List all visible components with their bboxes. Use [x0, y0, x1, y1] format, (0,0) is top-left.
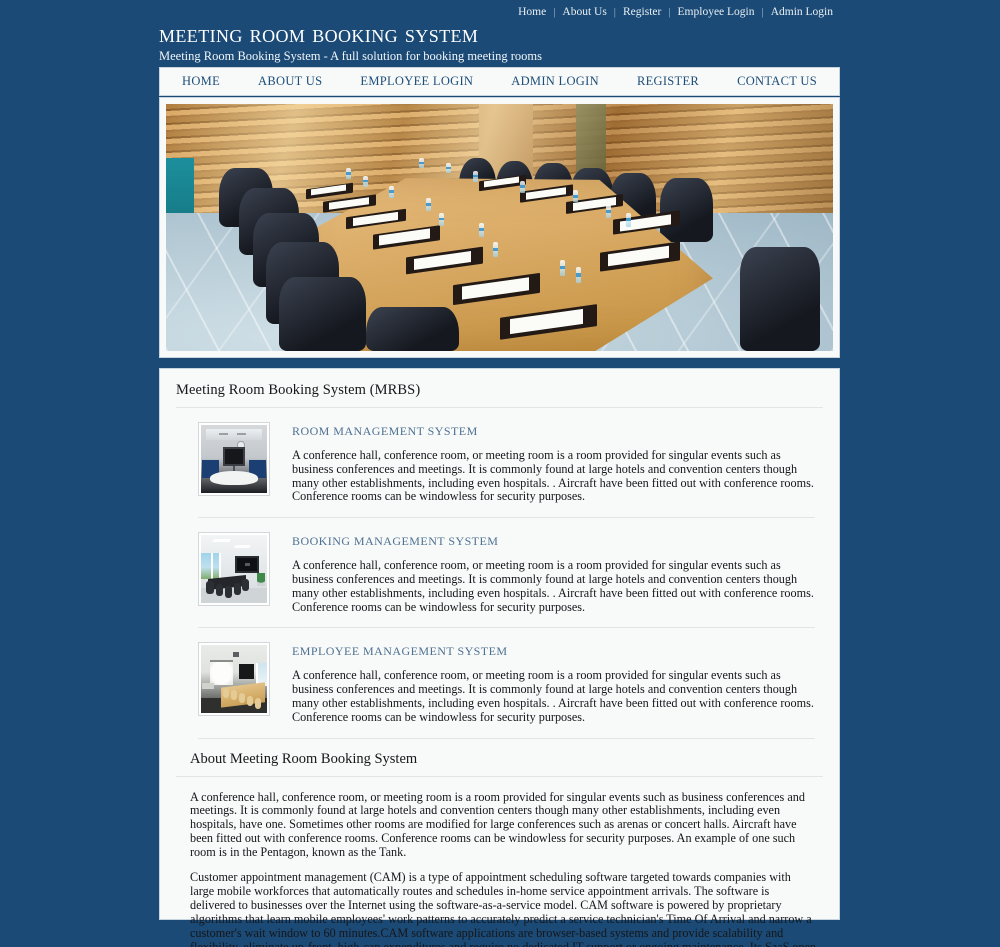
thumb-plant [257, 573, 266, 586]
thumb-chair [255, 698, 262, 709]
hero-water-bottle [519, 180, 525, 193]
thumb-table [210, 471, 258, 485]
hero-water-bottle [419, 158, 425, 169]
thumb-chair [215, 584, 223, 597]
about-paragraph: Customer appointment management (CAM) is… [190, 870, 817, 947]
hero-water-bottle [606, 205, 612, 219]
top-utility-links: Home | About Us | Register | Employee Lo… [511, 6, 840, 18]
thumb-monitor [239, 664, 254, 680]
hero-chair [366, 306, 460, 351]
hero-chair [659, 178, 713, 243]
card-body: EMPLOYEE MANAGEMENT SYSTEM A conference … [292, 642, 815, 724]
card-title-link-employee-management[interactable]: EMPLOYEE MANAGEMENT SYSTEM [292, 644, 815, 669]
hero-water-bottle [446, 163, 452, 174]
thumb-chair [241, 578, 250, 591]
thumb-vent [237, 433, 246, 436]
thumbnail-frame[interactable] [198, 642, 270, 717]
list-item: BOOKING MANAGEMENT SYSTEM A conference h… [198, 518, 815, 629]
room-management-thumbnail [201, 425, 267, 493]
nav-item-register[interactable]: REGISTER [618, 74, 718, 89]
thumbnail-frame[interactable] [198, 422, 270, 496]
hero-chair [279, 276, 367, 351]
about-paragraph: A conference hall, conference room, or m… [190, 789, 805, 860]
thumb-vent [219, 433, 229, 436]
hero-boardroom-image [166, 104, 833, 351]
thumb-monitor [223, 446, 245, 466]
thumb-chair [223, 687, 230, 698]
thumb-chair [206, 581, 214, 594]
thumb-chair [247, 695, 254, 706]
hero-water-bottle [389, 185, 395, 198]
thumb-side-desk [202, 683, 215, 689]
hero-water-bottle [572, 190, 578, 203]
list-item: EMPLOYEE MANAGEMENT SYSTEM A conference … [198, 628, 815, 739]
list-item: ROOM MANAGEMENT SYSTEM A conference hall… [198, 408, 815, 519]
card-body: ROOM MANAGEMENT SYSTEM A conference hall… [292, 422, 815, 504]
site-title: Meeting Room Booking System [159, 19, 479, 48]
thumb-projector [232, 652, 239, 657]
thumb-window-mullion [210, 552, 213, 579]
booking-management-thumbnail [201, 535, 267, 604]
nav-item-employee-login[interactable]: EMPLOYEE LOGIN [341, 74, 492, 89]
card-description: A conference hall, conference room, or m… [292, 668, 814, 724]
content-panel: Meeting Room Booking System (MRBS) ROOM … [159, 368, 840, 947]
hero-banner-panel [159, 97, 840, 358]
about-section-title: About Meeting Room Booking System [190, 750, 418, 767]
hero-water-bottle [472, 170, 478, 182]
thumbnail-frame[interactable] [198, 532, 270, 607]
thumb-chair [224, 585, 232, 598]
card-description: A conference hall, conference room, or m… [292, 448, 814, 504]
hero-water-bottle [559, 259, 565, 276]
about-section-body: A conference hall, conference room, or m… [176, 777, 823, 947]
feature-card-list: ROOM MANAGEMENT SYSTEM A conference hall… [176, 408, 823, 739]
thumb-monitor-logo [244, 563, 250, 566]
page-title: Meeting Room Booking System (MRBS) [176, 382, 421, 398]
hero-water-bottle [426, 197, 432, 211]
nav-item-home[interactable]: HOME [163, 74, 239, 89]
site-brand[interactable]: Meeting Room Booking System Meeting Room… [159, 20, 542, 64]
thumb-chair [239, 692, 246, 704]
thumb-ceiling [206, 429, 262, 440]
card-body: BOOKING MANAGEMENT SYSTEM A conference h… [292, 532, 815, 614]
thumb-projection-screen [210, 660, 233, 685]
top-link-employee-login[interactable]: Employee Login [671, 6, 762, 18]
top-link-home[interactable]: Home [511, 6, 553, 18]
hero-water-bottle [626, 212, 632, 227]
top-link-about-us[interactable]: About Us [555, 6, 613, 18]
employee-management-thumbnail [201, 645, 267, 714]
nav-item-contact-us[interactable]: CONTACT US [718, 74, 836, 89]
site-tagline: Meeting Room Booking System - A full sol… [159, 49, 542, 63]
card-title-link-booking-management[interactable]: BOOKING MANAGEMENT SYSTEM [292, 534, 815, 559]
top-link-register[interactable]: Register [616, 6, 668, 18]
card-title-link-room-management[interactable]: ROOM MANAGEMENT SYSTEM [292, 424, 815, 449]
main-navigation: HOME ABOUT US EMPLOYEE LOGIN ADMIN LOGIN… [159, 67, 840, 96]
thumb-ceiling-light [234, 544, 251, 548]
card-description: A conference hall, conference room, or m… [292, 558, 814, 614]
hero-water-bottle [439, 212, 445, 226]
thumb-chair [234, 582, 242, 596]
nav-item-admin-login[interactable]: ADMIN LOGIN [492, 74, 618, 89]
hero-water-bottle [479, 222, 485, 237]
top-link-admin-login[interactable]: Admin Login [764, 6, 840, 18]
thumb-ceiling-light [211, 539, 231, 543]
page-root: Home | About Us | Register | Employee Lo… [0, 0, 1000, 947]
hero-water-bottle [362, 175, 368, 187]
nav-item-about-us[interactable]: ABOUT US [239, 74, 341, 89]
hero-water-bottle [576, 267, 582, 284]
hero-chair [739, 247, 820, 351]
hero-water-bottle [492, 242, 498, 258]
hero-water-bottle [346, 168, 352, 180]
